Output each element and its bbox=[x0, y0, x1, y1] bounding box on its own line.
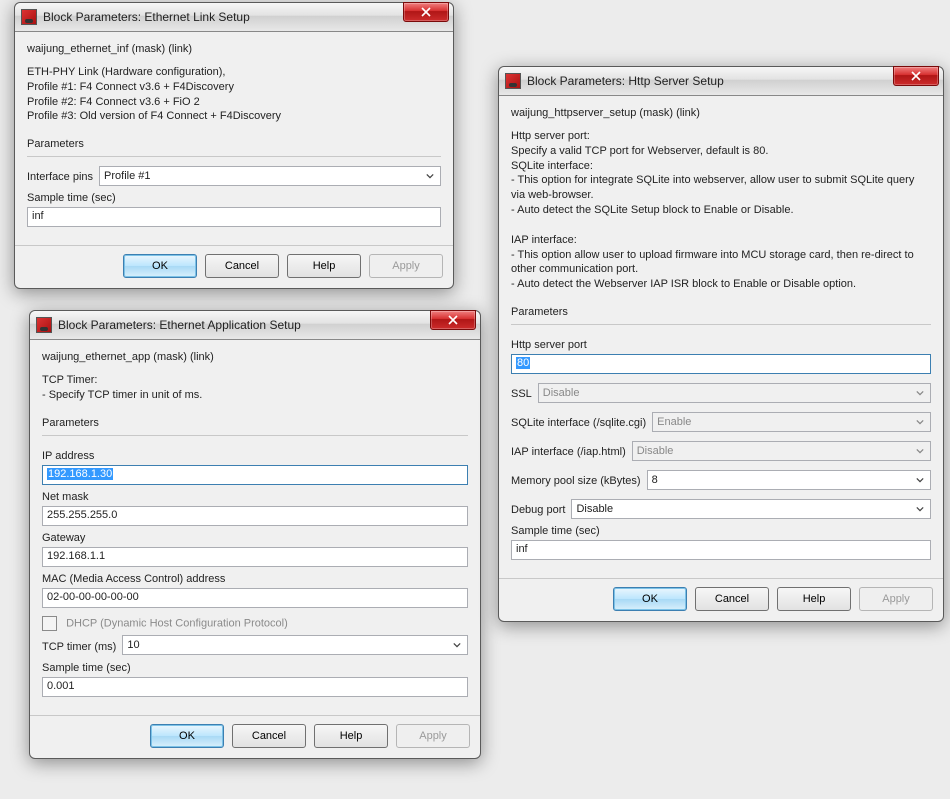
cancel-button[interactable]: Cancel bbox=[205, 254, 279, 278]
ip-input[interactable]: 192.168.1.30 bbox=[42, 465, 468, 485]
cancel-button[interactable]: Cancel bbox=[695, 587, 769, 611]
dhcp-checkbox[interactable] bbox=[42, 616, 57, 631]
ok-button[interactable]: OK bbox=[613, 587, 687, 611]
iap-label: IAP interface (/iap.html) bbox=[511, 446, 626, 458]
port-input[interactable]: 80 bbox=[511, 354, 931, 374]
debug-label: Debug port bbox=[511, 504, 565, 516]
chevron-down-icon bbox=[912, 385, 928, 401]
mask-name: waijung_httpserver_setup (mask) (link) bbox=[511, 106, 931, 121]
close-button[interactable] bbox=[403, 2, 449, 22]
mac-input[interactable]: 02-00-00-00-00-00 bbox=[42, 588, 468, 608]
gateway-input[interactable]: 192.168.1.1 bbox=[42, 547, 468, 567]
mask-name: waijung_ethernet_app (mask) (link) bbox=[42, 350, 468, 365]
port-label: Http server port bbox=[511, 339, 931, 351]
apply-button: Apply bbox=[859, 587, 933, 611]
app-icon bbox=[505, 73, 521, 89]
close-button[interactable] bbox=[893, 66, 939, 86]
dialog-ethernet-link-setup: Block Parameters: Ethernet Link Setup wa… bbox=[14, 2, 454, 289]
netmask-input[interactable]: 255.255.255.0 bbox=[42, 506, 468, 526]
debug-combo[interactable]: Disable bbox=[571, 499, 931, 519]
button-row: OK Cancel Help Apply bbox=[499, 578, 943, 621]
chevron-down-icon bbox=[912, 443, 928, 459]
gateway-label: Gateway bbox=[42, 532, 468, 544]
sample-time-input[interactable]: inf bbox=[511, 540, 931, 560]
chevron-down-icon bbox=[422, 168, 438, 184]
button-row: OK Cancel Help Apply bbox=[30, 715, 480, 758]
sample-time-label: Sample time (sec) bbox=[42, 662, 468, 674]
description-text: Http server port: Specify a valid TCP po… bbox=[511, 129, 931, 292]
apply-button: Apply bbox=[396, 724, 470, 748]
chevron-down-icon bbox=[912, 472, 928, 488]
parameters-heading: Parameters bbox=[511, 306, 931, 318]
mem-combo[interactable]: 8 bbox=[647, 470, 931, 490]
combo-value: Profile #1 bbox=[104, 170, 150, 182]
description-text: ETH-PHY Link (Hardware configuration), P… bbox=[27, 65, 441, 124]
help-button[interactable]: Help bbox=[314, 724, 388, 748]
divider bbox=[27, 156, 441, 157]
dhcp-row: DHCP (Dynamic Host Configuration Protoco… bbox=[42, 616, 468, 631]
mac-label: MAC (Media Access Control) address bbox=[42, 573, 468, 585]
app-icon bbox=[21, 9, 37, 25]
mem-label: Memory pool size (kBytes) bbox=[511, 475, 641, 487]
window-title: Block Parameters: Ethernet Application S… bbox=[58, 318, 430, 332]
sample-time-input[interactable]: inf bbox=[27, 207, 441, 227]
ok-button[interactable]: OK bbox=[123, 254, 197, 278]
ok-button[interactable]: OK bbox=[150, 724, 224, 748]
sample-time-input[interactable]: 0.001 bbox=[42, 677, 468, 697]
sample-time-label: Sample time (sec) bbox=[27, 192, 441, 204]
netmask-label: Net mask bbox=[42, 491, 468, 503]
combo-value: Disable bbox=[576, 503, 613, 515]
window-title: Block Parameters: Ethernet Link Setup bbox=[43, 10, 403, 24]
close-button[interactable] bbox=[430, 310, 476, 330]
tcp-timer-combo[interactable]: 10 bbox=[122, 635, 468, 655]
ssl-label: SSL bbox=[511, 388, 532, 400]
ssl-combo: Disable bbox=[538, 383, 931, 403]
divider bbox=[511, 324, 931, 325]
ip-label: IP address bbox=[42, 450, 468, 462]
iap-combo: Disable bbox=[632, 441, 931, 461]
apply-button: Apply bbox=[369, 254, 443, 278]
combo-value: 10 bbox=[127, 639, 139, 651]
parameters-heading: Parameters bbox=[42, 417, 468, 429]
dhcp-label: DHCP (Dynamic Host Configuration Protoco… bbox=[66, 617, 288, 629]
combo-value: 8 bbox=[652, 474, 658, 486]
combo-value: Enable bbox=[657, 416, 691, 428]
button-row: OK Cancel Help Apply bbox=[15, 245, 453, 288]
help-button[interactable]: Help bbox=[287, 254, 361, 278]
interface-pins-combo[interactable]: Profile #1 bbox=[99, 166, 441, 186]
app-icon bbox=[36, 317, 52, 333]
chevron-down-icon bbox=[912, 414, 928, 430]
parameters-heading: Parameters bbox=[27, 138, 441, 150]
window-title: Block Parameters: Http Server Setup bbox=[527, 74, 893, 88]
description-text: TCP Timer: - Specify TCP timer in unit o… bbox=[42, 373, 468, 403]
interface-pins-label: Interface pins bbox=[27, 171, 93, 183]
dialog-http-server-setup: Block Parameters: Http Server Setup waij… bbox=[498, 66, 944, 622]
chevron-down-icon bbox=[912, 501, 928, 517]
divider bbox=[42, 435, 468, 436]
sqlite-combo: Enable bbox=[652, 412, 931, 432]
tcp-timer-label: TCP timer (ms) bbox=[42, 641, 116, 653]
dialog-ethernet-app-setup: Block Parameters: Ethernet Application S… bbox=[29, 310, 481, 759]
mask-name: waijung_ethernet_inf (mask) (link) bbox=[27, 42, 441, 57]
combo-value: Disable bbox=[543, 387, 580, 399]
titlebar[interactable]: Block Parameters: Ethernet Link Setup bbox=[15, 3, 453, 32]
sample-time-label: Sample time (sec) bbox=[511, 525, 931, 537]
titlebar[interactable]: Block Parameters: Ethernet Application S… bbox=[30, 311, 480, 340]
sqlite-label: SQLite interface (/sqlite.cgi) bbox=[511, 417, 646, 429]
titlebar[interactable]: Block Parameters: Http Server Setup bbox=[499, 67, 943, 96]
chevron-down-icon bbox=[449, 637, 465, 653]
combo-value: Disable bbox=[637, 445, 674, 457]
help-button[interactable]: Help bbox=[777, 587, 851, 611]
cancel-button[interactable]: Cancel bbox=[232, 724, 306, 748]
